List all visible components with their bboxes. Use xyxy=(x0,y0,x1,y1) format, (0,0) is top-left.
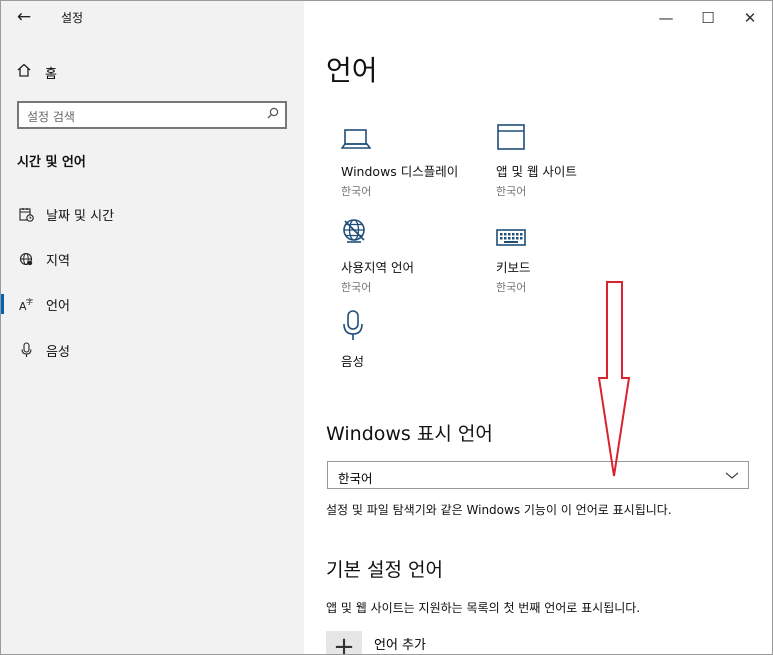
annotation-arrow-icon xyxy=(597,281,631,477)
sidebar-item-language[interactable]: A字 언어 xyxy=(1,289,304,319)
tile-sub: 한국어 xyxy=(341,185,372,198)
sidebar-item-label: 언어 xyxy=(46,298,70,314)
add-language-label[interactable]: 언어 추가 xyxy=(374,634,426,653)
settings-window: ← 설정 홈 설정 검색 시간 및 언어 날짜 및 시간 지역 A 字 언어 음… xyxy=(0,0,773,655)
tile-name: 사용지역 언어 xyxy=(341,260,414,275)
search-placeholder: 설정 검색 xyxy=(27,110,75,124)
calendar-clock-icon xyxy=(17,207,35,222)
window-icon xyxy=(496,115,656,151)
maximize-button[interactable]: ☐ xyxy=(696,7,720,29)
language-icon: A字 xyxy=(17,297,35,312)
main-content: — ☐ ✕ 언어 Windows 디스플레이 한국어 앱 및 웹 사이트 한국어… xyxy=(304,1,772,654)
tile-name: Windows 디스플레이 xyxy=(341,164,459,179)
search-input[interactable]: 설정 검색 xyxy=(17,101,287,129)
display-language-description: 설정 및 파일 탐색기와 같은 Windows 기능이 이 언어로 표시됩니다. xyxy=(326,503,672,517)
tile-sub: 한국어 xyxy=(496,185,527,198)
tile-regional-language[interactable]: 사용지역 언어 한국어 xyxy=(341,211,501,295)
sidebar-item-label: 지역 xyxy=(46,253,70,269)
home-label: 홈 xyxy=(45,66,57,82)
laptop-icon xyxy=(341,115,501,151)
globe-settings-icon xyxy=(341,211,501,247)
microphone-icon xyxy=(17,342,35,358)
tile-speech[interactable]: 음성 xyxy=(341,305,501,370)
home-icon xyxy=(17,63,35,81)
preferred-language-heading: 기본 설정 언어 xyxy=(326,559,443,581)
keyboard-icon xyxy=(496,211,656,247)
sidebar-item-date-time[interactable]: 날짜 및 시간 xyxy=(1,199,304,229)
minimize-button[interactable]: — xyxy=(654,7,678,29)
add-language-button[interactable]: + xyxy=(326,631,362,654)
preferred-language-description: 앱 및 웹 사이트는 지원하는 목록의 첫 번째 언어로 표시됩니다. xyxy=(326,601,641,615)
tile-windows-display[interactable]: Windows 디스플레이 한국어 xyxy=(341,115,501,199)
sidebar-item-speech[interactable]: 음성 xyxy=(1,335,304,365)
tile-sub: 한국어 xyxy=(496,281,527,294)
back-button[interactable]: ← xyxy=(11,5,37,29)
tile-apps-websites[interactable]: 앱 및 웹 사이트 한국어 xyxy=(496,115,656,199)
microphone-icon xyxy=(341,305,501,341)
sidebar-item-region[interactable]: 지역 xyxy=(1,244,304,274)
window-title: 설정 xyxy=(61,11,84,25)
tile-keyboard[interactable]: 키보드 한국어 xyxy=(496,211,656,295)
home-link[interactable]: 홈 xyxy=(17,61,57,83)
tile-name: 음성 xyxy=(341,354,365,369)
close-button[interactable]: ✕ xyxy=(738,7,762,29)
sidebar: ← 설정 홈 설정 검색 시간 및 언어 날짜 및 시간 지역 A 字 언어 음… xyxy=(1,1,304,654)
tile-name: 앱 및 웹 사이트 xyxy=(496,164,577,179)
dropdown-value: 한국어 xyxy=(338,471,373,486)
globe-region-icon xyxy=(17,252,35,267)
chevron-down-icon xyxy=(724,465,740,489)
display-language-heading: Windows 표시 언어 xyxy=(326,423,493,445)
page-title: 언어 xyxy=(326,54,378,87)
section-title: 시간 및 언어 xyxy=(17,155,86,170)
tile-sub: 한국어 xyxy=(341,281,372,294)
sidebar-item-label: 음성 xyxy=(46,344,70,360)
display-language-dropdown[interactable]: 한국어 xyxy=(327,461,749,489)
search-icon xyxy=(267,107,279,123)
tile-name: 키보드 xyxy=(496,260,531,275)
svg-text:字: 字 xyxy=(26,297,33,306)
sidebar-item-label: 날짜 및 시간 xyxy=(46,208,115,224)
